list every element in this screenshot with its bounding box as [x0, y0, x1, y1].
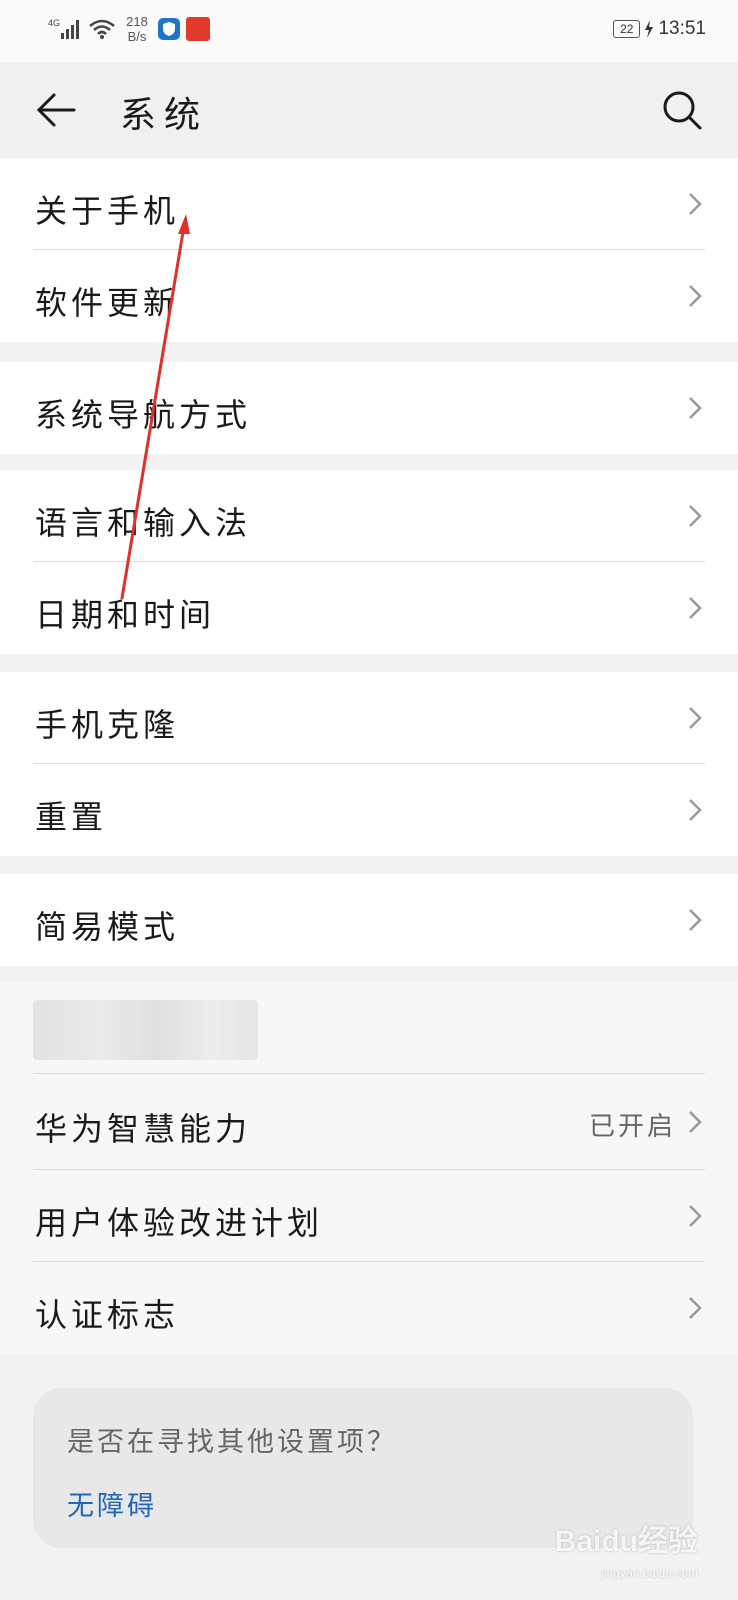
settings-group-6: 华为智慧能力 已开启 用户体验改进计划 认证标志 — [0, 982, 738, 1354]
shield-app-icon — [158, 18, 180, 40]
settings-item-label: 系统导航方式 — [35, 396, 252, 434]
app-notification-icon — [186, 17, 210, 41]
settings-item-label: 语言和输入法 — [35, 504, 252, 542]
blurred-item — [33, 1000, 258, 1060]
chevron-right-icon — [689, 799, 702, 821]
settings-item-date-time[interactable]: 日期和时间 — [0, 562, 738, 654]
settings-item-about-phone[interactable]: 关于手机 — [0, 158, 738, 250]
settings-item-label: 简易模式 — [35, 908, 180, 946]
settings-item-blurred[interactable] — [0, 982, 738, 1074]
settings-group-5: 简易模式 — [0, 874, 738, 966]
chevron-right-icon — [689, 909, 702, 931]
settings-group-2: 系统导航方式 — [0, 362, 738, 454]
back-arrow-icon[interactable] — [34, 88, 78, 132]
chevron-right-icon — [689, 1297, 702, 1319]
settings-item-label: 日期和时间 — [35, 596, 216, 634]
settings-group-1: 关于手机 软件更新 — [0, 158, 738, 342]
settings-item-huawei-ai[interactable]: 华为智慧能力 已开启 — [0, 1074, 738, 1170]
wifi-icon — [89, 19, 115, 39]
chevron-right-icon — [689, 1111, 702, 1133]
network-speed-value: 218 — [126, 14, 148, 29]
status-bar: 4G 218 B/s 22 13:51 — [0, 0, 738, 62]
chevron-right-icon — [689, 397, 702, 419]
settings-item-label: 认证标志 — [35, 1296, 180, 1334]
settings-group-4: 手机克隆 重置 — [0, 672, 738, 856]
chevron-right-icon — [689, 707, 702, 729]
page-title: 系统 — [120, 95, 209, 136]
network-speed: 218 B/s — [122, 14, 152, 44]
settings-item-label: 关于手机 — [35, 192, 180, 230]
settings-item-value: 已开启 — [588, 1112, 676, 1142]
chevron-right-icon — [689, 193, 702, 215]
chevron-right-icon — [689, 597, 702, 619]
settings-item-label: 手机克隆 — [35, 706, 180, 744]
settings-group-3: 语言和输入法 日期和时间 — [0, 470, 738, 654]
cellular-signal-icon: 4G — [48, 18, 79, 39]
charging-icon — [645, 20, 654, 38]
settings-item-label: 软件更新 — [35, 284, 180, 322]
clock: 13:51 — [658, 18, 706, 39]
watermark-domain: jingyan.baidu.com — [601, 1566, 698, 1580]
settings-item-reset[interactable]: 重置 — [0, 764, 738, 856]
settings-item-label: 重置 — [35, 798, 108, 836]
chevron-right-icon — [689, 505, 702, 527]
settings-item-label: 华为智慧能力 — [35, 1110, 252, 1148]
suggestion-title: 是否在寻找其他设置项？ — [67, 1427, 397, 1458]
settings-item-label: 用户体验改进计划 — [35, 1204, 324, 1242]
settings-item-system-navigation[interactable]: 系统导航方式 — [0, 362, 738, 454]
search-icon[interactable] — [660, 88, 704, 132]
network-speed-unit: B/s — [127, 29, 147, 44]
settings-item-phone-clone[interactable]: 手机克隆 — [0, 672, 738, 764]
settings-item-certification[interactable]: 认证标志 — [0, 1262, 738, 1354]
chevron-right-icon — [689, 285, 702, 307]
accessibility-link[interactable]: 无障碍 — [67, 1484, 157, 1523]
settings-item-software-update[interactable]: 软件更新 — [0, 250, 738, 342]
status-left: 4G 218 B/s — [48, 14, 210, 44]
title-bar: 系统 — [0, 62, 738, 158]
network-type: 4G — [48, 18, 60, 28]
watermark: Baidu经验 — [554, 1525, 698, 1558]
settings-item-user-experience[interactable]: 用户体验改进计划 — [0, 1170, 738, 1262]
status-right: 22 13:51 — [613, 18, 706, 40]
settings-item-language-input[interactable]: 语言和输入法 — [0, 470, 738, 562]
settings-item-simple-mode[interactable]: 简易模式 — [0, 874, 738, 966]
chevron-right-icon — [689, 1205, 702, 1227]
battery-icon: 22 — [613, 20, 641, 38]
